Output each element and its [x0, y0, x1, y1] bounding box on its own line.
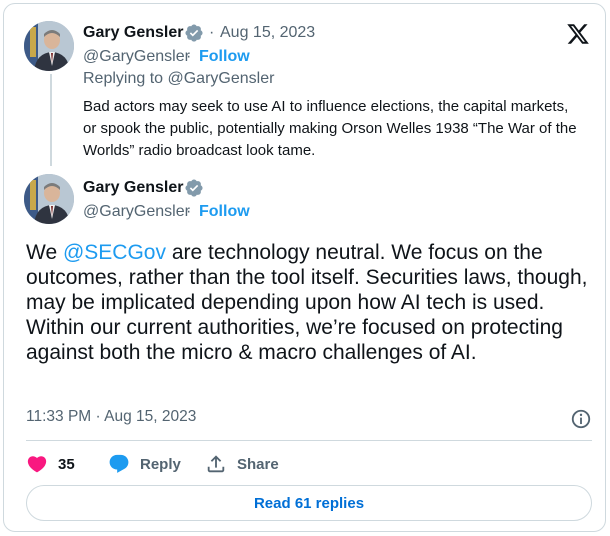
main-follow-link[interactable]: Follow — [199, 203, 250, 221]
like-count: 35 — [58, 455, 75, 473]
tweet-embed-card: Gary Gensler · Aug 15, 2023 @GaryGensler… — [3, 3, 606, 532]
parent-handle[interactable]: @GaryGensler — [83, 48, 190, 66]
reply-button[interactable]: Reply — [108, 452, 181, 476]
parent-date-link[interactable]: Aug 15, 2023 — [220, 24, 315, 42]
share-icon — [207, 455, 225, 473]
share-button[interactable]: Share — [205, 452, 279, 476]
avatar-parent[interactable] — [24, 21, 74, 71]
mention-link[interactable]: @SECGov — [63, 241, 166, 264]
read-replies-button[interactable]: Read 61 replies — [26, 485, 592, 521]
verified-badge-icon — [185, 179, 203, 197]
actions-divider — [26, 440, 592, 441]
parent-author-name[interactable]: Gary Gensler — [83, 24, 184, 42]
main-text-start: We — [26, 241, 63, 264]
main-handle[interactable]: @GaryGensler — [83, 203, 190, 221]
parent-separator: · — [209, 24, 215, 41]
reply-bubble-icon — [109, 454, 129, 473]
info-icon[interactable] — [570, 408, 592, 430]
reply-label: Reply — [140, 455, 181, 473]
parent-tweet-text: Bad actors may seek to use AI to influen… — [83, 98, 577, 159]
avatar-main[interactable] — [24, 174, 74, 224]
parent-handle-separator: · — [186, 48, 192, 65]
share-label: Share — [237, 455, 279, 473]
x-logo-icon[interactable] — [565, 22, 591, 46]
main-handle-separator: · — [186, 203, 192, 220]
replying-to-label: Replying to @GaryGensler — [83, 70, 275, 87]
main-author-name[interactable]: Gary Gensler — [83, 179, 184, 197]
tweet-timestamp-link[interactable]: 11:33 PM · Aug 15, 2023 — [26, 408, 196, 426]
verified-badge-icon — [185, 24, 203, 42]
like-button[interactable]: 35 — [26, 452, 75, 476]
main-tweet-text: We @SECGov are technology neutral. We fo… — [26, 240, 596, 365]
parent-follow-link[interactable]: Follow — [199, 48, 250, 66]
heart-icon — [27, 456, 47, 473]
thread-connector-line — [50, 74, 52, 166]
